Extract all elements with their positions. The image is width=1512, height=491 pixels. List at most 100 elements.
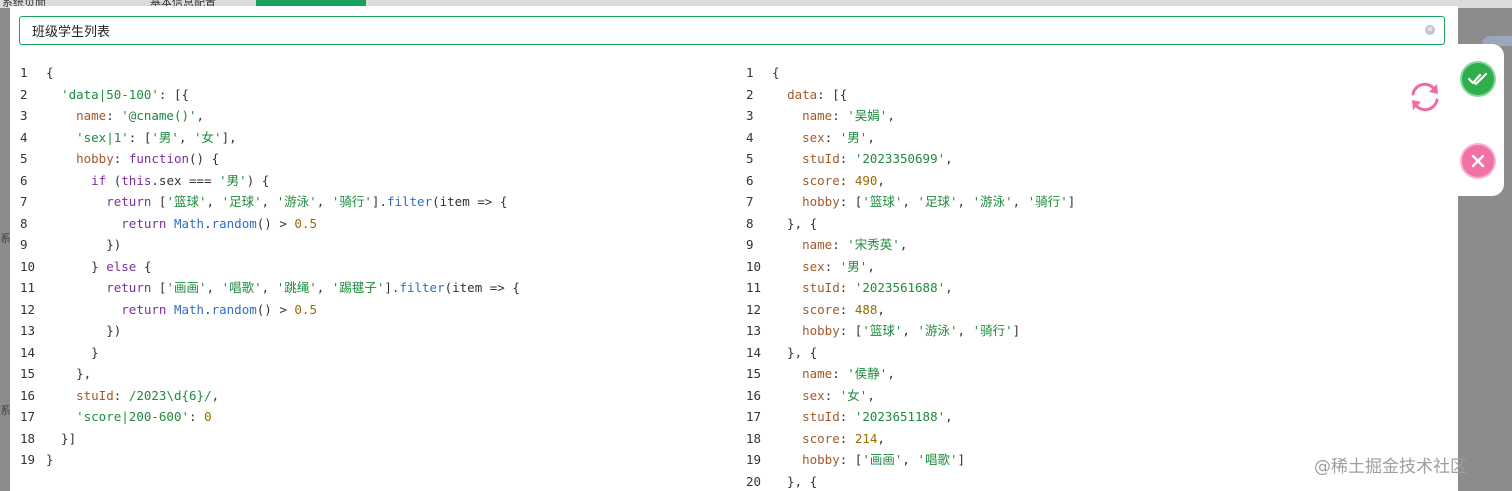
code-token: filter	[399, 280, 445, 295]
line-number: 14	[20, 344, 36, 360]
code-token: ,	[945, 409, 953, 424]
code-token: stuId	[802, 151, 840, 166]
code-token: hobby	[802, 194, 840, 209]
code-line: 15 name: '侯静',	[746, 363, 1356, 385]
code-token: ,	[877, 172, 885, 188]
code-token: ,	[261, 280, 277, 295]
code-token: ,	[902, 194, 918, 209]
code-line: 2 'data|50-100': [{	[20, 84, 720, 106]
code-token: hobby	[76, 151, 114, 166]
code-token: ,	[877, 430, 885, 446]
code-token: :	[824, 258, 840, 274]
code-token: '吴娟'	[847, 108, 888, 123]
code-token: '宋秀英'	[847, 237, 900, 252]
code-line: 10 } else {	[20, 256, 720, 278]
code-token: ,	[261, 194, 277, 209]
line-number: 18	[20, 430, 36, 446]
code-token: }	[46, 258, 107, 274]
code-token: '女'	[194, 129, 222, 145]
code-line: 5 stuId: '2023350699',	[746, 148, 1356, 170]
confirm-button[interactable]	[1462, 63, 1494, 95]
line-number: 6	[20, 172, 28, 188]
code-line: 9 name: '宋秀英',	[746, 234, 1356, 256]
code-token: '男'	[839, 129, 868, 145]
code-token: sex	[802, 258, 825, 274]
line-number: 3	[20, 108, 28, 123]
line-number: 19	[20, 452, 36, 467]
code-token: '篮球'	[166, 194, 207, 209]
code-token: [	[151, 194, 167, 209]
code-token: ,	[316, 194, 332, 209]
line-number: 8	[746, 215, 754, 231]
code-token: :	[113, 151, 129, 166]
line-number: 19	[746, 452, 762, 467]
code-token: '篮球'	[862, 194, 903, 209]
code-token: :	[839, 301, 855, 317]
cancel-button[interactable]	[1462, 145, 1494, 177]
code-line: 3 name: '@cname()',	[20, 105, 720, 127]
line-number: 7	[746, 194, 754, 209]
code-token: :	[839, 151, 855, 166]
code-line: 11 return ['画画', '唱歌', '跳绳', '踢毽子'].filt…	[20, 277, 720, 299]
code-token: ,	[899, 237, 908, 252]
code-token: (item => {	[432, 194, 508, 209]
code-token: 'score|200-600'	[76, 409, 189, 424]
code-line: 1{	[746, 62, 1356, 84]
list-title-input[interactable]	[19, 16, 1445, 45]
code-token: stuId	[802, 409, 840, 424]
code-line: 7 return ['篮球', '足球', '游泳', '骑行'].filter…	[20, 191, 720, 213]
close-icon	[1471, 154, 1485, 168]
code-token: random	[211, 215, 257, 231]
line-number: 3	[746, 108, 754, 123]
code-token: Math	[173, 301, 205, 317]
code-token: '男'	[151, 129, 179, 145]
code-token: :	[189, 409, 205, 424]
code-token: random	[211, 301, 257, 317]
code-token: :	[113, 387, 129, 403]
code-token: .	[204, 301, 212, 317]
code-token: '骑行'	[331, 194, 372, 209]
code-line: 19 hobby: ['画画', '唱歌']	[746, 449, 1356, 471]
line-number: 16	[746, 387, 762, 403]
code-token: }	[46, 344, 99, 360]
code-token: '篮球'	[862, 323, 903, 338]
line-number: 10	[746, 258, 762, 274]
code-token: : [	[128, 129, 152, 145]
code-token: ,	[1012, 194, 1028, 209]
template-code-editor[interactable]: 1{2 'data|50-100': [{3 name: '@cname()',…	[20, 62, 720, 471]
code-line: 2 data: [{	[746, 84, 1356, 106]
code-token: '画画'	[862, 452, 903, 467]
code-token: '唱歌'	[221, 280, 262, 295]
code-token: :	[832, 366, 848, 381]
code-token: {	[136, 258, 152, 274]
code-line: 8 return Math.random() > 0.5	[20, 213, 720, 235]
code-token: data	[787, 86, 818, 102]
code-token: '女'	[839, 387, 868, 403]
code-token: Math	[173, 215, 205, 231]
code-line: 9 })	[20, 234, 720, 256]
code-token: (item => {	[444, 280, 520, 295]
code-token: ,	[902, 323, 918, 338]
code-token: '骑行'	[972, 323, 1013, 338]
code-token: ,	[316, 280, 332, 295]
code-token: (	[106, 172, 122, 188]
code-token: return	[106, 280, 152, 295]
code-line: 6 score: 490,	[746, 170, 1356, 192]
refresh-icon[interactable]	[1404, 76, 1446, 118]
circle-close-icon[interactable]: ✕	[1425, 25, 1435, 35]
code-token: ].	[371, 194, 387, 209]
code-token: .sex ===	[151, 172, 220, 188]
code-token: '游泳'	[276, 194, 317, 209]
code-token: '足球'	[917, 194, 958, 209]
code-token: }, {	[772, 473, 818, 489]
code-token: stuId	[76, 387, 114, 403]
line-number: 13	[20, 323, 36, 338]
